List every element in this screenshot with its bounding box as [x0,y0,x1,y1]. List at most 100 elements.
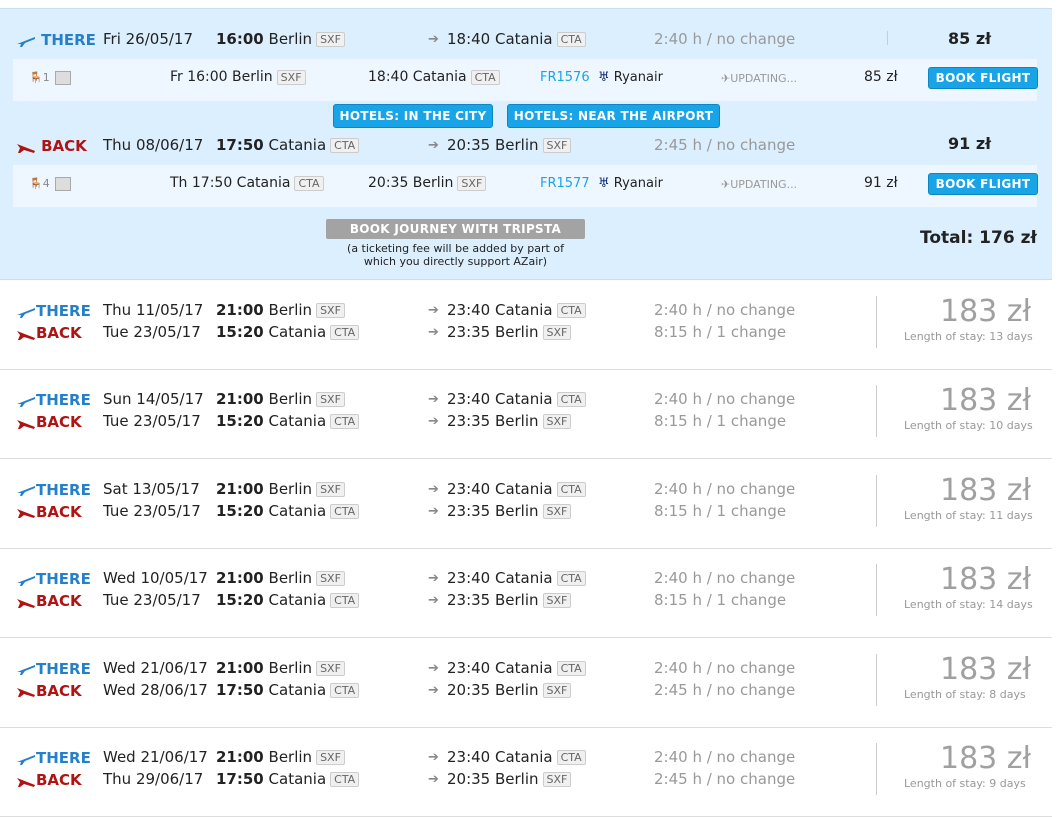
there-detail-dep-code: SXF [276,69,306,85]
back-dep-city: Catania [268,323,327,341]
back-dep-time: 17:50 [216,680,264,699]
back-arrival: 20:35 Berlin SXF [447,681,572,699]
there-row-label: THERE [16,748,91,767]
back-flight-number[interactable]: FR1577 [540,176,590,191]
length-of-stay: Length of stay: 11 days [904,508,1033,522]
back-arrival: 23:35 Berlin SXF [447,501,572,520]
result-row[interactable]: THERE Wed 21/06/17 21:00 Berlin SXF ➔ 23:40 C… [0,727,1052,817]
back-dep-city: Catania [268,591,327,610]
back-arr: 23:35 Berlin [447,323,539,341]
there-row-label: THERE [16,659,91,678]
back-dep-code: CTA [330,503,360,519]
there-date: Sun 14/05/17 [103,390,204,409]
there-dep-code: SXF [316,32,345,47]
back-label: BACK [36,324,82,342]
back-dep-city: Catania [268,680,327,699]
there-row[interactable]: THERE [16,30,96,49]
plane-landing-icon [17,509,35,519]
there-detail-arr-code: CTA [470,69,500,85]
there-dep-city: Berlin [268,658,313,677]
there-date: Fri 26/05/17 [103,30,194,48]
there-duration: 2:40 h / no change [654,569,796,588]
there-departure: 21:00 Berlin SXF [216,480,345,498]
back-arr: 23:35 Berlin [447,501,539,520]
there-dep-city: Berlin [268,569,313,588]
plane-landing-icon [17,598,35,608]
result-row[interactable]: THERE Sun 14/05/17 21:00 Berlin SXF ➔ 23:40 C… [0,369,1052,460]
there-detail-dep: Fr 16:00 Berlin SXF [170,69,306,85]
divider [876,564,877,617]
there-price: 85 zł [948,29,992,48]
divider [876,743,877,795]
back-price: 91 zł [948,134,992,153]
there-arrival: 23:40 Catania CTA [447,301,586,319]
back-dep-time: 17:50 [216,136,264,154]
divider [887,31,888,45]
there-label: THERE [36,659,91,678]
there-dep-time: 21:00 [216,658,264,677]
there-date: Wed 10/05/17 [103,569,208,588]
divider [876,296,877,348]
back-detail-price: 91 zł [864,175,898,191]
there-arr: 18:40 Catania [447,30,553,48]
there-duration: 2:40 h / no change [654,748,796,766]
arrow-right-icon: ➔ [428,392,439,408]
back-row-label: BACK [16,412,82,431]
there-dep-time: 21:00 [216,479,264,498]
there-arr-code: CTA [556,392,586,408]
there-row-label: THERE [16,390,91,409]
back-row[interactable]: BACK [16,136,87,155]
book-flight-there-button[interactable]: BOOK FLIGHT [928,67,1038,89]
back-date: Tue 23/05/17 [103,501,201,520]
back-label: BACK [36,592,82,611]
there-arrival: 23:40 Catania CTA [447,390,586,408]
fee-note-line-1: (a ticketing fee will be added by part o… [347,242,564,255]
there-duration: 2:40 h / no change [654,479,796,498]
back-label: BACK [36,413,82,432]
result-row[interactable]: THERE Sat 13/05/17 21:00 Berlin SXF ➔ 23:40 C… [0,459,1052,549]
back-duration: 8:15 h / 1 change [654,323,787,341]
book-flight-back-button[interactable]: BOOK FLIGHT [928,173,1038,195]
back-flight-detail: 🪑4 Th 17:50 Catania CTA 20:35 Berlin SXF F… [13,165,1038,207]
there-dep-city: Berlin [268,301,313,319]
back-date: Tue 23/05/17 [103,591,201,610]
there-arr-code: CTA [556,750,586,765]
back-duration: 2:45 h / no change [654,770,796,788]
result-row[interactable]: THERE Thu 11/05/17 21:00 Berlin SXF ➔ 23:40 C… [0,280,1052,370]
there-dep-time: 21:00 [216,569,264,588]
hotels-near-airport-button[interactable]: HOTELS: NEAR THE AIRPORT [507,104,720,128]
updating-status: ✈UPDATING... [721,72,797,85]
result-row[interactable]: THERE Wed 21/06/17 21:00 Berlin SXF ➔ 23:40 C… [0,638,1052,728]
there-departure: 21:00 Berlin SXF [216,659,345,677]
there-row-label: THERE [16,480,91,499]
back-detail-dep-text: Th 17:50 Catania [170,175,291,191]
book-journey-button[interactable]: BOOK JOURNEY WITH TRIPSTA [326,219,585,239]
there-dep-time: 21:00 [216,301,264,319]
result-price: 183 zł [940,383,1032,419]
plane-updating-icon: ✈ [721,72,731,85]
back-dep-city: Catania [268,501,327,520]
back-arrival: 20:35 Berlin SXF [447,770,572,788]
back-departure: 15:20 Catania CTA [216,591,360,610]
there-detail-dep-text: Fr 16:00 Berlin [170,69,273,85]
plane-landing-icon [17,688,35,698]
back-departure: 15:20 Catania CTA [216,412,360,430]
there-arrival: 23:40 Catania CTA [447,659,586,677]
back-dep-city: Catania [268,136,327,154]
back-arr-code: SXF [542,503,572,519]
back-arr: 23:35 Berlin [447,412,539,431]
there-flight-number[interactable]: FR1576 [540,70,590,85]
there-arrival: 23:40 Catania CTA [447,748,586,766]
there-detail-price: 85 zł [864,69,898,85]
plane-landing-icon [17,777,35,787]
back-dep-code: CTA [330,772,360,787]
there-dep-code: SXF [316,571,345,587]
hotels-in-city-button[interactable]: HOTELS: IN THE CITY [333,104,493,128]
back-row-label: BACK [16,591,82,610]
result-row[interactable]: THERE Wed 10/05/17 21:00 Berlin SXF ➔ 23:40 C… [0,548,1052,639]
back-detail-arr-text: 20:35 Berlin [368,175,454,191]
there-detail-arr-text: 18:40 Catania [368,69,467,85]
back-arr-code: SXF [542,414,572,430]
fee-note: (a ticketing fee will be added by part o… [326,242,585,268]
there-label: THERE [41,31,96,49]
